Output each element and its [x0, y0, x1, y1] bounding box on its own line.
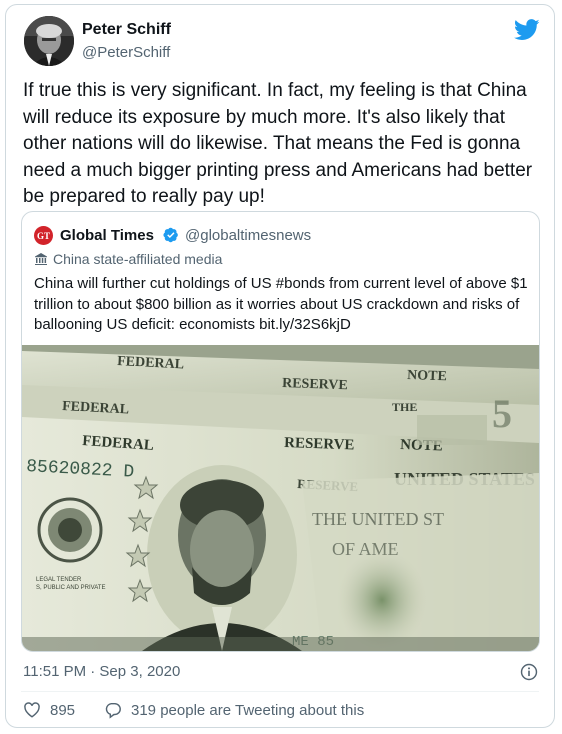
- quoted-author-handle[interactable]: @globaltimesnews: [185, 227, 311, 244]
- twitter-bird-icon[interactable]: [514, 19, 540, 41]
- bill-text-the-united-st: THE UNITED ST: [312, 509, 444, 529]
- quoted-tweet[interactable]: GT Global Times @globaltimesnews China s…: [21, 211, 540, 652]
- bill-legal-tender-text: LEGAL TENDER: [36, 577, 82, 583]
- author-avatar[interactable]: [24, 16, 74, 66]
- author-name[interactable]: Peter Schiff: [82, 21, 171, 39]
- quoted-tweet-text: China will further cut holdings of US #b…: [34, 275, 528, 333]
- tweet-timestamp[interactable]: 11:51 PM · Sep 3, 2020: [23, 663, 180, 680]
- info-icon[interactable]: [520, 663, 538, 681]
- heart-icon: [24, 702, 40, 718]
- bill-text-note-top: NOTE: [407, 368, 447, 384]
- action-divider: [21, 691, 539, 692]
- state-affiliated-label-text: China state-affiliated media: [53, 251, 223, 267]
- bill-public-private-text: S, PUBLIC AND PRIVATE: [36, 585, 105, 591]
- conversation-link[interactable]: 319 people are Tweeting about this: [104, 701, 364, 719]
- global-times-logo-text: GT: [36, 230, 50, 241]
- quoted-tweet-image[interactable]: FEDERAL RESERVE NOTE FEDERAL THE FEDERAL…: [22, 345, 539, 651]
- bill-denomination-5: 5: [492, 391, 512, 436]
- conversation-text: 319 people are Tweeting about this: [131, 701, 365, 719]
- author-handle[interactable]: @PeterSchiff: [82, 44, 170, 61]
- five-dollar-bill-image: FEDERAL RESERVE NOTE FEDERAL THE FEDERAL…: [22, 345, 539, 651]
- like-count: 895: [50, 701, 76, 719]
- speech-bubble-icon: [105, 702, 121, 719]
- global-times-logo: GT: [34, 226, 53, 245]
- tweet-text: If true this is very significant. In fac…: [23, 80, 533, 207]
- verified-badge-icon: [163, 227, 178, 243]
- bill-text-reserve-top: RESERVE: [282, 376, 348, 393]
- bill-text-reserve-main: RESERVE: [284, 435, 355, 453]
- tweet-card[interactable]: Peter Schiff @PeterSchiff If true this i…: [5, 4, 555, 728]
- quoted-author-name[interactable]: Global Times: [60, 227, 154, 244]
- state-media-flag-icon: [35, 253, 47, 265]
- bill-text-the: THE: [392, 400, 417, 414]
- like-button[interactable]: 895: [23, 701, 75, 719]
- avatar-photo: [24, 16, 74, 66]
- state-affiliated-label[interactable]: China state-affiliated media: [34, 251, 222, 267]
